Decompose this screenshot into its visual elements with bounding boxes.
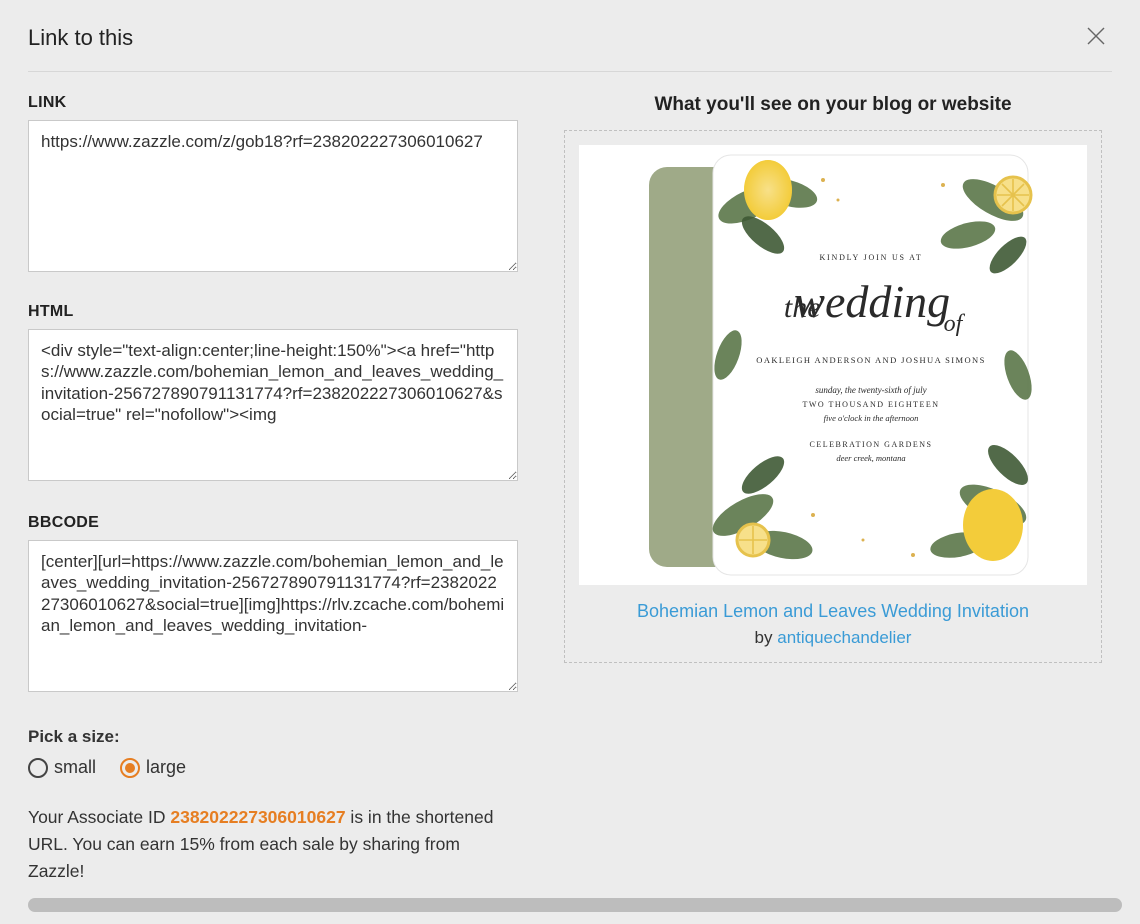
right-column: What you'll see on your blog or website [564,94,1102,885]
preview-heading: What you'll see on your blog or website [564,94,1102,116]
card-names: OAKLEIGH ANDERSON AND JOSHUA SIMONS [756,355,985,365]
card-date2: TWO THOUSAND EIGHTEEN [802,400,939,409]
left-column: LINK HTML BBCODE Pick a size: small [28,94,518,885]
product-preview-image: KINDLY JOIN US AT the wedding of OAKLEIG… [579,145,1087,585]
size-radio-small[interactable]: small [28,757,96,778]
html-label: HTML [28,303,518,321]
radio-dot-icon [28,758,48,778]
html-textarea[interactable] [28,329,518,481]
radio-dot-icon [120,758,140,778]
card-time: five o'clock in the afternoon [824,413,919,423]
invitation-illustration: KINDLY JOIN US AT the wedding of OAKLEIG… [579,145,1087,585]
associate-id-note: Your Associate ID 238202227306010627 is … [28,804,498,885]
content-scroll[interactable]: LINK HTML BBCODE Pick a size: small [28,94,1112,924]
modal-header: Link to this [28,20,1112,55]
size-radio-large[interactable]: large [120,757,186,778]
link-textarea[interactable] [28,120,518,272]
designer-link[interactable]: antiquechandelier [777,628,911,647]
preview-frame: KINDLY JOIN US AT the wedding of OAKLEIG… [564,130,1102,663]
horizontal-scrollbar[interactable] [28,898,1122,912]
link-to-this-modal: Link to this LINK HTML BBCODE Pick a siz… [0,0,1140,924]
bbcode-textarea[interactable] [28,540,518,692]
close-icon [1086,26,1106,46]
card-venue: CELEBRATION GARDENS [810,440,933,449]
card-city: deer creek, montana [836,453,905,463]
size-radio-small-label: small [54,757,96,778]
bbcode-label: BBCODE [28,514,518,532]
size-radio-large-label: large [146,757,186,778]
product-title-link[interactable]: Bohemian Lemon and Leaves Wedding Invita… [579,601,1087,622]
size-radio-group: small large [28,757,518,778]
card-date1: sunday, the twenty-sixth of july [815,385,926,395]
byline: by antiquechandelier [579,628,1087,648]
content-columns: LINK HTML BBCODE Pick a size: small [28,94,1102,885]
close-button[interactable] [1080,20,1112,55]
by-text: by [755,628,778,647]
link-label: LINK [28,94,518,112]
card-headline-word: wedding [794,276,950,327]
assoc-prefix: Your Associate ID [28,807,170,827]
divider [28,71,1112,72]
pick-size-label: Pick a size: [28,727,518,747]
modal-title: Link to this [28,25,133,51]
card-kicker: KINDLY JOIN US AT [819,253,922,262]
associate-id: 238202227306010627 [170,807,345,827]
